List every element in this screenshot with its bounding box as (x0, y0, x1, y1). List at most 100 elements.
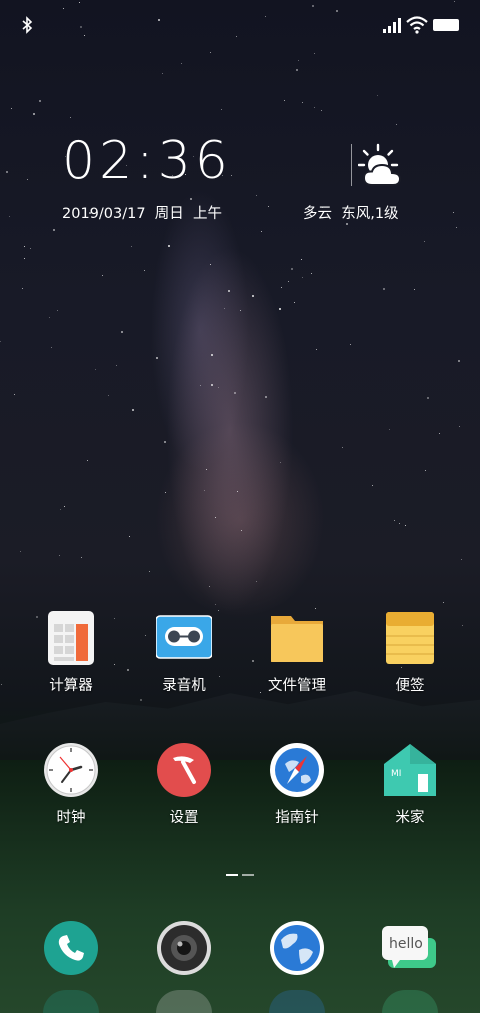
camera-icon (157, 921, 211, 975)
star (405, 525, 406, 526)
star (149, 571, 150, 572)
star (127, 669, 129, 671)
phone-icon (44, 921, 98, 975)
star (102, 275, 103, 276)
app-calculator[interactable]: 计算器 (19, 610, 123, 710)
clock-icon (44, 743, 98, 797)
star (224, 308, 225, 309)
star (256, 581, 257, 582)
star (234, 392, 236, 394)
star (57, 310, 58, 311)
app-label: 录音机 (162, 678, 206, 694)
settings-icon (157, 743, 211, 797)
dock-browser[interactable] (245, 920, 349, 980)
star (210, 264, 211, 265)
status-bar (0, 0, 480, 50)
star (399, 523, 400, 524)
star (459, 426, 460, 427)
star (321, 110, 322, 111)
weather-text[interactable]: 多云 东风,1级 (303, 204, 399, 224)
dock-messaging[interactable]: hello (358, 920, 462, 980)
star (241, 530, 242, 531)
star (456, 227, 457, 228)
recorder-icon (156, 615, 212, 659)
star (87, 460, 88, 461)
star (316, 349, 317, 350)
dock-phone[interactable] (19, 920, 123, 980)
messaging-icon: hello (382, 926, 436, 968)
star (24, 246, 25, 247)
star (164, 441, 166, 443)
star (60, 509, 61, 510)
mi-home-icon: MI (384, 744, 436, 796)
star (268, 206, 269, 207)
star (265, 396, 267, 398)
dock-camera[interactable] (132, 920, 236, 980)
star (453, 212, 454, 213)
star (27, 179, 28, 180)
star (121, 331, 123, 333)
star (314, 53, 315, 54)
star (443, 602, 444, 603)
star (49, 317, 50, 318)
star (461, 559, 462, 560)
app-label: 文件管理 (268, 678, 326, 694)
star (298, 60, 299, 61)
star (200, 385, 201, 386)
app-compass[interactable]: 指南针 (245, 742, 349, 842)
star (11, 108, 12, 109)
star (377, 95, 378, 96)
star (427, 397, 429, 399)
star (218, 387, 219, 388)
star (256, 195, 257, 196)
star (165, 492, 166, 493)
star (211, 354, 213, 356)
app-clock[interactable]: 时钟 (19, 742, 123, 842)
page-dot (242, 874, 254, 876)
app-label: 指南针 (275, 810, 319, 826)
partly-cloudy-icon[interactable] (358, 143, 410, 189)
app-recorder[interactable]: 录音机 (132, 610, 236, 710)
app-label: 便签 (395, 678, 425, 694)
wifi-icon (406, 16, 428, 34)
star (210, 52, 211, 53)
star (288, 281, 289, 282)
star (51, 347, 52, 348)
star (81, 557, 82, 558)
clock-date[interactable]: 2019/03/17 周日 上午 (62, 204, 222, 224)
star (64, 506, 65, 507)
messaging-icon-text: hello (389, 936, 423, 952)
app-mi-home[interactable]: MI 米家 (358, 742, 462, 842)
star (0, 341, 1, 342)
app-settings[interactable]: 设置 (132, 742, 236, 842)
star (162, 73, 163, 74)
app-notes[interactable]: 便签 (358, 610, 462, 710)
star (228, 290, 230, 292)
star (95, 369, 96, 370)
svg-text:MI: MI (391, 769, 401, 779)
battery-icon (433, 19, 459, 31)
app-label: 计算器 (49, 678, 93, 694)
star (389, 429, 390, 430)
star (302, 277, 303, 278)
star (9, 216, 10, 217)
clock-time[interactable]: 02:36 (62, 133, 232, 189)
star (129, 536, 130, 537)
star (439, 433, 440, 434)
star (252, 295, 254, 297)
star (14, 394, 15, 395)
star (414, 289, 415, 290)
star (206, 469, 207, 470)
app-label: 米家 (395, 810, 425, 826)
app-label: 时钟 (56, 810, 86, 826)
star (314, 107, 315, 108)
star (342, 447, 343, 448)
star (462, 625, 463, 626)
star (144, 270, 145, 271)
cell-signal-icon (383, 18, 401, 33)
star (22, 288, 23, 289)
star (6, 171, 8, 173)
star (383, 288, 385, 290)
star (396, 124, 397, 125)
app-file-manager[interactable]: 文件管理 (245, 610, 349, 710)
